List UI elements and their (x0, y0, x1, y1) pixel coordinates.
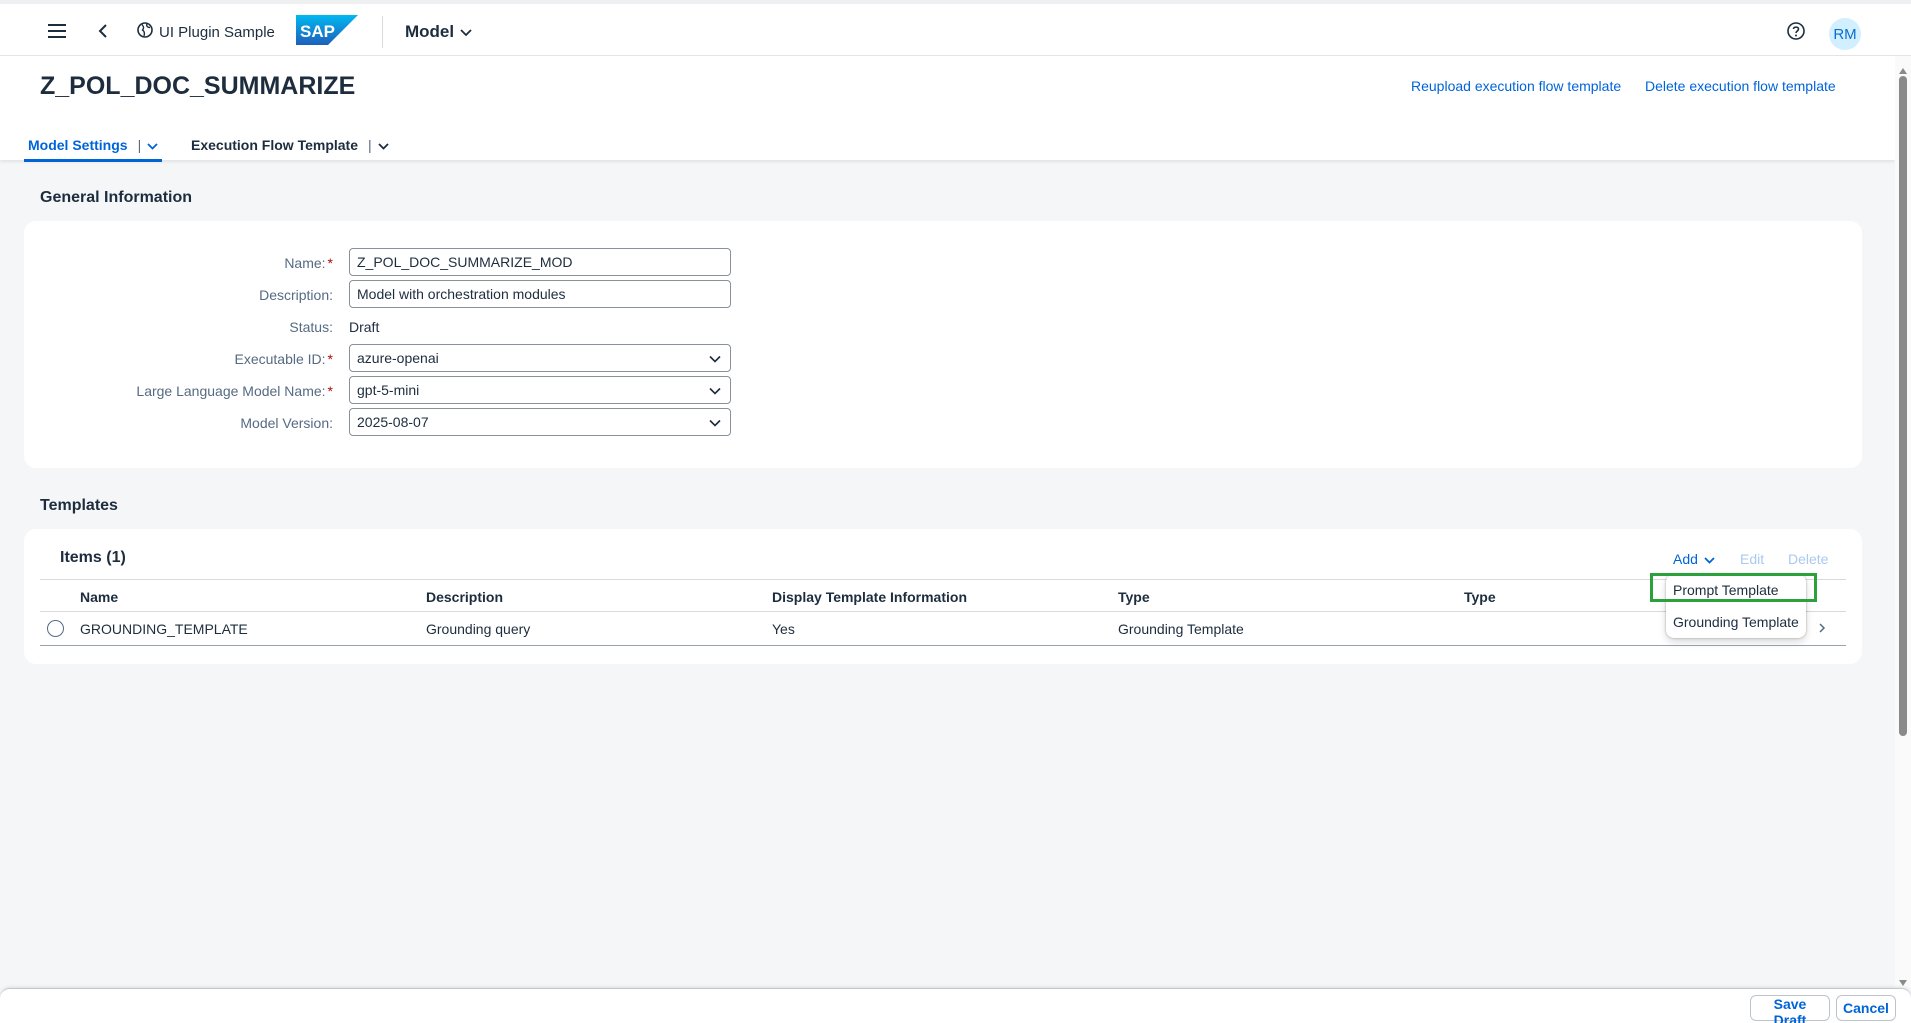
chevron-down-icon (708, 416, 722, 430)
column-header-name: Name (80, 589, 119, 605)
scroll-down-arrow-icon[interactable] (1898, 974, 1908, 986)
model-menu-button[interactable]: Model (405, 19, 472, 45)
chevron-down-icon (708, 384, 722, 398)
chevron-down-icon (460, 22, 472, 42)
row-select-radio[interactable] (47, 620, 64, 637)
description-label: Description: (259, 287, 333, 303)
chevron-right-icon[interactable] (1818, 621, 1832, 637)
globe-icon (137, 22, 153, 42)
column-header-type-2: Type (1464, 589, 1496, 605)
model-menu-title: Model (405, 22, 455, 41)
description-input[interactable] (349, 280, 731, 308)
highlight-box (1650, 573, 1817, 602)
general-information-title: General Information (40, 189, 193, 206)
status-value: Draft (349, 319, 380, 335)
templates-card: Items (1) Add Edit Delete Name Descripti… (24, 529, 1862, 664)
page-scrollbar[interactable] (1895, 56, 1911, 988)
menu-item-grounding-template[interactable]: Grounding Template (1666, 606, 1806, 638)
hamburger-menu-icon[interactable] (44, 18, 70, 44)
delete-template-link[interactable]: Delete execution flow template (1645, 78, 1836, 94)
chevron-down-icon (1704, 551, 1715, 567)
reupload-template-link[interactable]: Reupload execution flow template (1411, 78, 1621, 94)
shell-bar: UI Plugin Sample SAP Model RM (0, 0, 1911, 56)
tab-execution-flow-template[interactable]: Execution Flow Template | (191, 130, 389, 160)
column-header-type: Type (1118, 589, 1150, 605)
app-name: UI Plugin Sample (159, 23, 275, 41)
llm-name-row: Large Language Model Name: * gpt-5-mini (24, 376, 744, 404)
column-header-display-info: Display Template Information (772, 589, 967, 605)
general-information-card: Name:* Description: Status: Draft Execut… (24, 221, 1862, 468)
required-marker: * (327, 351, 333, 367)
name-input[interactable] (349, 248, 731, 276)
tab-separator: | (368, 137, 372, 153)
tab-model-settings[interactable]: Model Settings | (24, 130, 163, 162)
column-header-description: Description (426, 589, 504, 605)
table-header: Name Description Display Template Inform… (40, 579, 1846, 612)
save-draft-button[interactable]: Save Draft (1750, 995, 1830, 1023)
object-header: Z_POL_DOC_SUMMARIZE Reupload execution f… (0, 56, 1895, 162)
tab-separator: | (137, 136, 142, 153)
llm-name-value: gpt-5-mini (357, 382, 420, 398)
model-version-row: Model Version: 2025-08-07 (24, 408, 744, 436)
add-label: Add (1673, 551, 1698, 567)
delete-button[interactable]: Delete (1788, 551, 1828, 567)
sap-logo[interactable]: SAP (296, 15, 358, 45)
shell-divider (382, 16, 383, 48)
chevron-down-icon (708, 352, 722, 366)
cell-description: Grounding query (426, 621, 531, 637)
executable-id-row: Executable ID: * azure-openai (24, 344, 744, 372)
scroll-up-arrow-icon[interactable] (1898, 62, 1908, 74)
name-label: Name: * (284, 255, 333, 271)
add-button[interactable]: Add (1673, 551, 1715, 567)
cancel-button[interactable]: Cancel (1836, 995, 1896, 1021)
templates-title: Templates (40, 497, 118, 514)
footer-toolbar: Save Draft Cancel (0, 988, 1911, 1023)
model-version-label: Model Version: (240, 415, 333, 431)
model-version-select[interactable]: 2025-08-07 (349, 408, 731, 436)
required-marker: * (327, 255, 333, 271)
edit-button[interactable]: Edit (1740, 551, 1764, 567)
table-row[interactable]: GROUNDING_TEMPLATE Grounding query Yes G… (40, 612, 1846, 646)
items-count-title: Items (1) (60, 549, 126, 566)
avatar[interactable]: RM (1829, 18, 1861, 50)
description-row: Description: (24, 280, 744, 308)
scrollbar-thumb[interactable] (1899, 76, 1907, 736)
executable-id-label: Executable ID: * (234, 351, 333, 367)
page-title: Z_POL_DOC_SUMMARIZE (40, 72, 356, 100)
model-version-value: 2025-08-07 (357, 414, 429, 430)
llm-name-label: Large Language Model Name: * (136, 383, 333, 399)
chevron-down-icon[interactable] (378, 137, 389, 153)
help-icon[interactable] (1784, 19, 1808, 43)
status-row: Status: Draft (24, 312, 744, 340)
cell-type: Grounding Template (1118, 621, 1244, 637)
app-name-link[interactable]: UI Plugin Sample (137, 19, 275, 45)
cell-name: GROUNDING_TEMPLATE (80, 621, 248, 637)
status-label: Status: (289, 319, 333, 335)
llm-name-select[interactable]: gpt-5-mini (349, 376, 731, 404)
required-marker: * (327, 383, 333, 399)
executable-id-select[interactable]: azure-openai (349, 344, 731, 372)
tab-label: Execution Flow Template (191, 137, 358, 153)
back-arrow-icon[interactable] (92, 18, 114, 44)
sap-logo-text: SAP (300, 22, 335, 41)
chevron-down-icon[interactable] (147, 137, 158, 153)
executable-id-value: azure-openai (357, 350, 439, 366)
tab-label: Model Settings (28, 136, 128, 153)
name-row: Name: * (24, 248, 744, 276)
cell-display-info: Yes (772, 621, 795, 637)
